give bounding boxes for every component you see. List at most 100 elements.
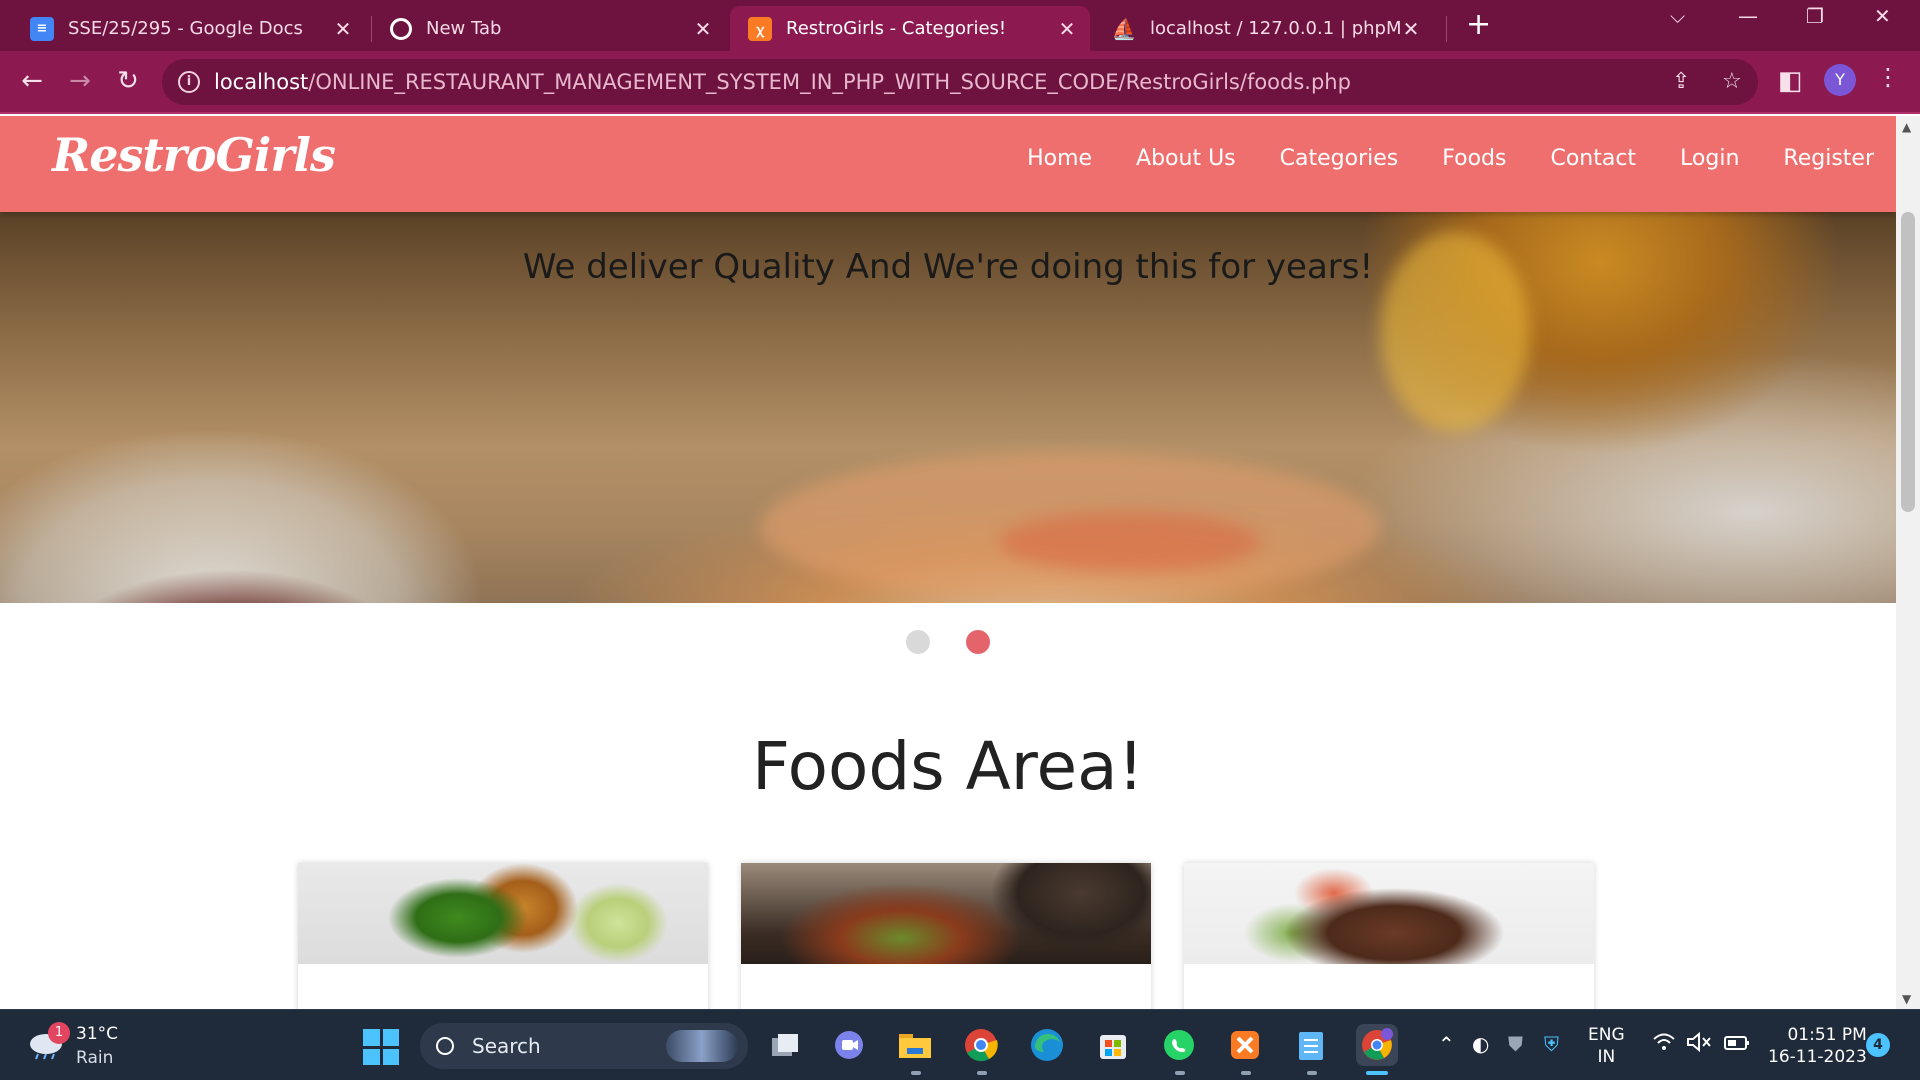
taskbar-search-label: Search bbox=[472, 1034, 541, 1058]
nav-about-us[interactable]: About Us bbox=[1136, 146, 1236, 171]
weather-alert-badge: 1 bbox=[48, 1022, 70, 1044]
scrollbar-thumb[interactable] bbox=[1901, 212, 1915, 512]
app-running-indicator bbox=[911, 1071, 921, 1075]
window-close-icon[interactable]: ✕ bbox=[1874, 4, 1891, 28]
chrome-profile-icon[interactable] bbox=[1356, 1024, 1398, 1066]
task-view-icon[interactable] bbox=[764, 1024, 806, 1066]
notification-count-badge[interactable]: 4 bbox=[1866, 1033, 1890, 1057]
app-active-indicator bbox=[1366, 1071, 1388, 1075]
site-navbar: RestroGirls Home About Us Categories Foo… bbox=[0, 116, 1896, 212]
volume-muted-icon[interactable] bbox=[1686, 1031, 1712, 1057]
nav-login[interactable]: Login bbox=[1680, 146, 1739, 171]
site-nav-links: Home About Us Categories Foods Contact L… bbox=[983, 146, 1874, 171]
tab-restrogirls[interactable]: ꭓ RestroGirls - Categories! ✕ bbox=[730, 6, 1090, 51]
clock-date: 16-11-2023 bbox=[1768, 1047, 1867, 1067]
region-code: IN bbox=[1597, 1047, 1616, 1067]
nav-foods[interactable]: Foods bbox=[1442, 146, 1506, 171]
phpmyadmin-icon: ⛵ bbox=[1111, 16, 1137, 41]
profile-avatar[interactable]: Y bbox=[1824, 64, 1856, 96]
wifi-icon[interactable] bbox=[1652, 1032, 1676, 1057]
hero-subtitle: We deliver Quality And We're doing this … bbox=[522, 247, 1374, 287]
nav-home[interactable]: Home bbox=[1027, 146, 1092, 171]
defender-warning-icon[interactable]: ⛨ bbox=[1544, 1032, 1559, 1056]
security-shield-icon[interactable]: ⛊ bbox=[1508, 1032, 1523, 1056]
scroll-down-arrow-icon[interactable]: ▼ bbox=[1902, 992, 1911, 1006]
forward-arrow-icon[interactable]: → bbox=[62, 63, 98, 99]
page-scrollbar[interactable]: ▲ ▼ bbox=[1896, 116, 1920, 1009]
site-info-icon[interactable]: i bbox=[178, 71, 200, 93]
reload-icon[interactable]: ↻ bbox=[110, 63, 146, 99]
scroll-up-arrow-icon[interactable]: ▲ bbox=[1902, 120, 1911, 134]
url-path: /ONLINE_RESTAURANT_MANAGEMENT_SYSTEM_IN_… bbox=[308, 70, 1351, 94]
nav-register[interactable]: Register bbox=[1783, 146, 1874, 171]
edge-icon[interactable] bbox=[1026, 1024, 1068, 1066]
food-photo-stirfry bbox=[741, 863, 1151, 964]
bookmark-star-icon[interactable]: ☆ bbox=[1722, 69, 1742, 94]
app-running-indicator bbox=[1241, 1071, 1251, 1075]
close-icon[interactable]: ✕ bbox=[1400, 17, 1422, 41]
tab-google-docs[interactable]: ≡ SSE/25/295 - Google Docs ✕ bbox=[12, 6, 366, 51]
close-icon[interactable]: ✕ bbox=[692, 17, 714, 41]
kebab-menu-icon[interactable]: ⋮ bbox=[1876, 63, 1900, 91]
carousel-indicators bbox=[0, 630, 1896, 654]
browser-tab-strip: ≡ SSE/25/295 - Google Docs ✕ New Tab ✕ ꭓ… bbox=[0, 0, 1920, 51]
weather-condition[interactable]: Rain bbox=[76, 1048, 113, 1068]
tray-app-icon[interactable]: ◐ bbox=[1472, 1032, 1489, 1056]
chrome-icon bbox=[390, 17, 412, 40]
food-photo-bento bbox=[298, 863, 708, 964]
hero-carousel-image: We deliver Quality And We're doing this … bbox=[0, 212, 1896, 603]
show-hidden-icons-chevron-icon[interactable]: ⌃ bbox=[1438, 1032, 1455, 1056]
battery-icon[interactable] bbox=[1724, 1032, 1750, 1056]
language-code: ENG bbox=[1588, 1025, 1625, 1045]
tab-search-chevron-icon[interactable]: ⌵ bbox=[1670, 4, 1685, 28]
back-arrow-icon[interactable]: ← bbox=[14, 63, 50, 99]
google-docs-icon: ≡ bbox=[30, 16, 54, 41]
food-card[interactable] bbox=[741, 863, 1151, 1009]
hero-food-blur bbox=[1000, 512, 1260, 572]
input-language-indicator[interactable]: ENG IN bbox=[1588, 1024, 1625, 1068]
section-title: Foods Area! bbox=[752, 728, 1144, 805]
tab-title: SSE/25/295 - Google Docs bbox=[68, 18, 303, 39]
whatsapp-icon[interactable] bbox=[1158, 1024, 1200, 1066]
site-logo[interactable]: RestroGirls bbox=[52, 128, 336, 182]
tab-new-tab[interactable]: New Tab ✕ bbox=[372, 6, 726, 51]
restore-icon[interactable]: ❐ bbox=[1806, 4, 1824, 28]
close-icon[interactable]: ✕ bbox=[332, 17, 354, 41]
carousel-dot-1[interactable] bbox=[906, 630, 930, 654]
chrome-icon[interactable] bbox=[960, 1024, 1002, 1066]
new-tab-button[interactable]: + bbox=[1466, 8, 1491, 42]
side-panel-icon[interactable]: ◧ bbox=[1772, 63, 1808, 99]
browser-toolbar: ← → ↻ i localhost/ONLINE_RESTAURANT_MANA… bbox=[0, 51, 1920, 114]
address-bar[interactable]: i localhost/ONLINE_RESTAURANT_MANAGEMENT… bbox=[162, 59, 1758, 105]
url-host: localhost bbox=[214, 70, 309, 94]
food-card[interactable] bbox=[1184, 863, 1594, 1009]
file-explorer-icon[interactable] bbox=[894, 1024, 936, 1066]
microsoft-store-icon[interactable] bbox=[1092, 1024, 1134, 1066]
windows-start-icon[interactable] bbox=[363, 1029, 399, 1065]
carousel-dot-2[interactable] bbox=[966, 630, 990, 654]
app-running-indicator bbox=[977, 1071, 987, 1075]
tab-title: localhost / 127.0.0.1 | phpMyAdmin bbox=[1150, 18, 1400, 39]
food-card[interactable] bbox=[298, 863, 708, 1009]
notepad-icon[interactable] bbox=[1290, 1024, 1332, 1066]
app-running-indicator bbox=[1175, 1071, 1185, 1075]
system-clock[interactable]: 01:51 PM 16-11-2023 bbox=[1768, 1024, 1867, 1068]
tab-phpmyadmin[interactable]: ⛵ localhost / 127.0.0.1 | phpMyAdmin ✕ bbox=[1094, 6, 1434, 51]
nav-contact[interactable]: Contact bbox=[1550, 146, 1636, 171]
search-icon bbox=[436, 1037, 454, 1055]
teams-chat-icon[interactable] bbox=[828, 1024, 870, 1066]
minimize-icon[interactable]: — bbox=[1738, 4, 1758, 28]
share-icon[interactable]: ⇪ bbox=[1672, 69, 1690, 94]
app-running-indicator bbox=[1307, 1071, 1317, 1075]
taskbar-search-box[interactable]: Search bbox=[420, 1023, 748, 1069]
tab-divider bbox=[1446, 16, 1447, 42]
nav-categories[interactable]: Categories bbox=[1280, 146, 1399, 171]
clock-time: 01:51 PM bbox=[1787, 1025, 1867, 1045]
search-highlight-art bbox=[666, 1030, 738, 1062]
tab-title: New Tab bbox=[426, 18, 502, 39]
tab-title: RestroGirls - Categories! bbox=[786, 18, 1007, 39]
xampp-icon[interactable] bbox=[1224, 1024, 1266, 1066]
page-viewport: RestroGirls Home About Us Categories Foo… bbox=[0, 116, 1896, 1009]
close-icon[interactable]: ✕ bbox=[1056, 17, 1078, 41]
weather-temperature[interactable]: 31°C bbox=[76, 1024, 118, 1044]
